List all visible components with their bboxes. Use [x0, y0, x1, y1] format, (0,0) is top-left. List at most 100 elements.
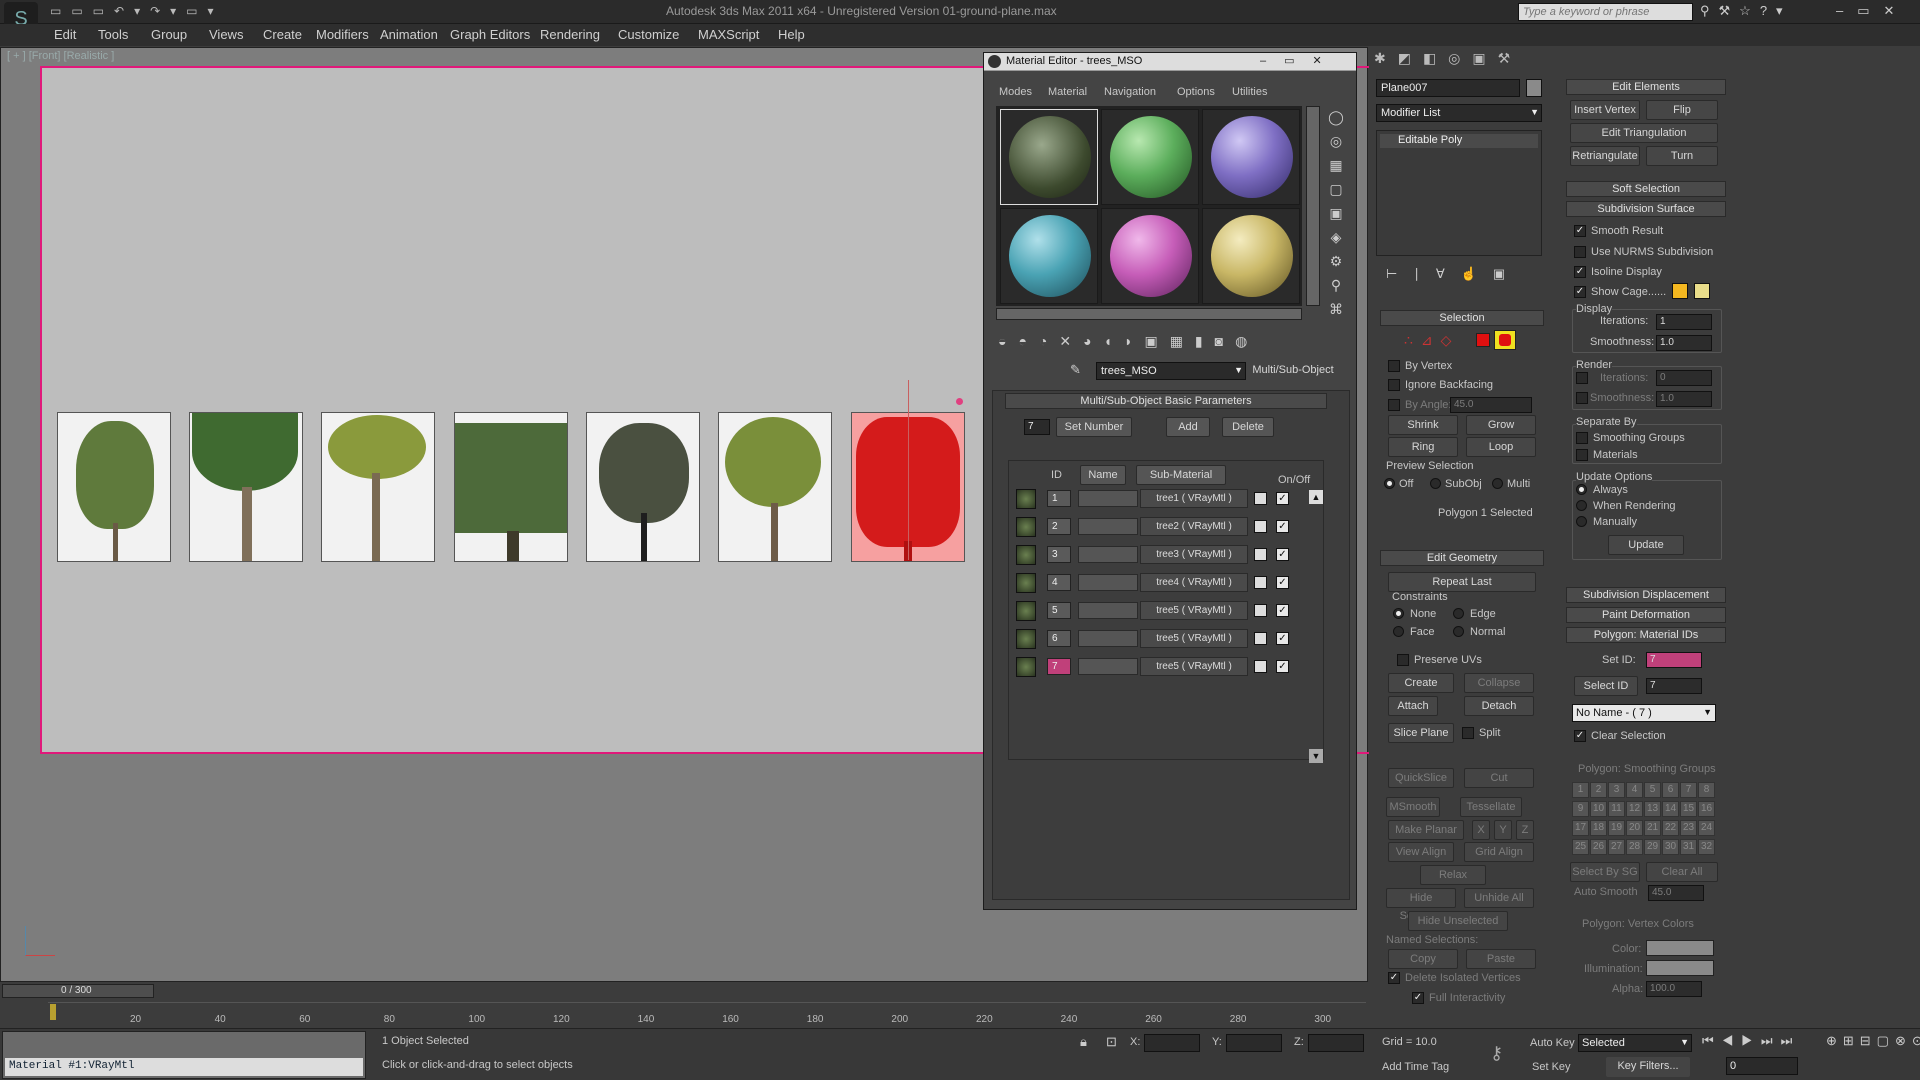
- cut-button[interactable]: Cut: [1464, 768, 1534, 788]
- copy-button[interactable]: Copy: [1388, 949, 1458, 969]
- x-coordinate-field[interactable]: [1144, 1034, 1200, 1052]
- delete-button[interactable]: Delete: [1222, 417, 1274, 437]
- name-field[interactable]: [1078, 518, 1138, 535]
- clear-all-button[interactable]: Clear All: [1646, 862, 1718, 882]
- id-field[interactable]: 4: [1047, 574, 1071, 591]
- trackbar[interactable]: [48, 1002, 1366, 1026]
- smoothing-group-button[interactable]: 21: [1644, 820, 1661, 836]
- medit-menu-navigation[interactable]: Navigation: [1104, 86, 1156, 98]
- menu-tools[interactable]: Tools: [98, 27, 128, 42]
- sample-slot-2[interactable]: [1101, 109, 1199, 205]
- smoothing-group-button[interactable]: 9: [1572, 801, 1589, 817]
- select-id-spinner[interactable]: 7: [1646, 678, 1702, 694]
- search-input[interactable]: [1518, 3, 1693, 21]
- medit-menu-modes[interactable]: Modes: [999, 86, 1032, 98]
- header-name-button[interactable]: Name: [1080, 465, 1126, 485]
- list-scroll-down-icon[interactable]: ▼: [1309, 749, 1323, 763]
- collapse-button[interactable]: Collapse: [1464, 673, 1534, 693]
- smoothing-group-button[interactable]: 23: [1680, 820, 1697, 836]
- rollout-subdivision-surface[interactable]: Subdivision Surface: [1566, 201, 1726, 217]
- viewport-label[interactable]: [ + ] [Front] [Realistic ]: [7, 50, 114, 62]
- medit-menu-utilities[interactable]: Utilities: [1232, 86, 1267, 98]
- smoothing-group-button[interactable]: 4: [1626, 782, 1643, 798]
- update-manually-radio[interactable]: [1576, 516, 1587, 527]
- y-coordinate-field[interactable]: [1226, 1034, 1282, 1052]
- smoothing-group-button[interactable]: 20: [1626, 820, 1643, 836]
- rollout-material-ids[interactable]: Polygon: Material IDs: [1566, 627, 1726, 643]
- hide-unselected-button[interactable]: Hide Unselected: [1408, 911, 1508, 931]
- medit-menu-options[interactable]: Options: [1177, 86, 1215, 98]
- full-interactivity-checkbox[interactable]: ✓: [1412, 992, 1424, 1004]
- smoothing-group-button[interactable]: 27: [1608, 839, 1625, 855]
- table-row[interactable]: 7 tree5 ( VRayMtl ) ✓: [1014, 657, 1304, 677]
- onoff-checkbox[interactable]: ✓: [1276, 520, 1289, 533]
- time-slider[interactable]: 0 / 300: [2, 984, 154, 998]
- sample-slot-6[interactable]: [1202, 208, 1300, 304]
- menu-create[interactable]: Create: [263, 27, 302, 42]
- table-row[interactable]: 4 tree4 ( VRayMtl ) ✓: [1014, 573, 1304, 593]
- smoothing-group-button[interactable]: 17: [1572, 820, 1589, 836]
- menu-graph-editors[interactable]: Graph Editors: [450, 27, 530, 42]
- render-smoothness-checkbox[interactable]: [1576, 392, 1588, 404]
- angle-spinner[interactable]: 45.0: [1450, 397, 1532, 413]
- clear-selection-checkbox[interactable]: ✓: [1574, 730, 1586, 742]
- backlight-icon[interactable]: ◎: [1326, 131, 1346, 151]
- smoothing-group-button[interactable]: 31: [1680, 839, 1697, 855]
- loop-button[interactable]: Loop: [1466, 437, 1536, 457]
- rollout-paint-deformation[interactable]: Paint Deformation: [1566, 607, 1726, 623]
- constraint-face-radio[interactable]: [1393, 626, 1404, 637]
- submaterial-button[interactable]: tree5 ( VRayMtl ): [1140, 657, 1248, 676]
- table-row[interactable]: 2 tree2 ( VRayMtl ) ✓: [1014, 517, 1304, 537]
- smoothing-group-button[interactable]: 22: [1662, 820, 1679, 836]
- header-submaterial-button[interactable]: Sub-Material: [1136, 465, 1226, 485]
- slots-hscrollbar[interactable]: [996, 308, 1302, 320]
- smoothing-group-button[interactable]: 13: [1644, 801, 1661, 817]
- tessellate-button[interactable]: Tessellate: [1460, 797, 1522, 817]
- video-color-icon[interactable]: ▣: [1326, 203, 1346, 223]
- medit-window-controls[interactable]: –▭✕: [1260, 54, 1340, 67]
- viewport-nav-controls[interactable]: ⊕⊞⊟▢⊗⊙▣▨: [1826, 1033, 1920, 1049]
- current-frame-field[interactable]: 0: [1726, 1057, 1798, 1075]
- make-preview-icon[interactable]: ◈: [1326, 227, 1346, 247]
- select-id-button[interactable]: Select ID: [1574, 676, 1638, 696]
- color-swatch[interactable]: [1254, 520, 1267, 533]
- smoothing-group-button[interactable]: 2: [1590, 782, 1607, 798]
- id-field[interactable]: 6: [1047, 630, 1071, 647]
- submaterial-button[interactable]: tree5 ( VRayMtl ): [1140, 601, 1248, 620]
- color-swatch[interactable]: [1254, 660, 1267, 673]
- smoothing-group-button[interactable]: 7: [1680, 782, 1697, 798]
- pick-material-icon[interactable]: ✎: [1070, 362, 1081, 378]
- preview-multi-radio[interactable]: [1492, 478, 1503, 489]
- onoff-checkbox[interactable]: ✓: [1276, 548, 1289, 561]
- object-name-field[interactable]: Plane007: [1376, 79, 1520, 97]
- material-name-select[interactable]: No Name - ( 7 ) ▼: [1572, 704, 1716, 722]
- modifier-list-dropdown[interactable]: Modifier List ▼: [1376, 104, 1542, 122]
- make-planar-button[interactable]: Make Planar: [1388, 820, 1464, 840]
- name-field[interactable]: [1078, 490, 1138, 507]
- show-cage-checkbox[interactable]: ✓: [1574, 286, 1586, 298]
- material-name-dropdown[interactable]: trees_MSO ▼: [1096, 362, 1246, 380]
- menu-modifiers[interactable]: Modifiers: [316, 27, 369, 42]
- rollout-selection[interactable]: Selection: [1380, 310, 1544, 326]
- render-iterations-checkbox[interactable]: [1576, 372, 1588, 384]
- update-when-rendering-radio[interactable]: [1576, 500, 1587, 511]
- id-field[interactable]: 2: [1047, 518, 1071, 535]
- slice-plane-button[interactable]: Slice Plane: [1388, 723, 1454, 743]
- list-scroll-up-icon[interactable]: ▲: [1309, 490, 1323, 504]
- menu-group[interactable]: Group: [151, 27, 187, 42]
- planar-y-button[interactable]: Y: [1494, 820, 1512, 840]
- menu-animation[interactable]: Animation: [380, 27, 438, 42]
- smoothing-group-button[interactable]: 19: [1608, 820, 1625, 836]
- color-swatch[interactable]: [1254, 632, 1267, 645]
- smoothing-group-button[interactable]: 6: [1662, 782, 1679, 798]
- submaterial-button[interactable]: tree2 ( VRayMtl ): [1140, 517, 1248, 536]
- medit-toolbar[interactable]: ◒◓◔✕◕◖◗▣▦▮◙◍: [998, 333, 1334, 355]
- smoothing-group-button[interactable]: 11: [1608, 801, 1625, 817]
- smoothing-group-button[interactable]: 32: [1698, 839, 1715, 855]
- menu-views[interactable]: Views: [209, 27, 243, 42]
- key-filters-button[interactable]: Key Filters...: [1606, 1057, 1690, 1077]
- onoff-checkbox[interactable]: ✓: [1276, 492, 1289, 505]
- name-field[interactable]: [1078, 574, 1138, 591]
- name-field[interactable]: [1078, 602, 1138, 619]
- onoff-checkbox[interactable]: ✓: [1276, 632, 1289, 645]
